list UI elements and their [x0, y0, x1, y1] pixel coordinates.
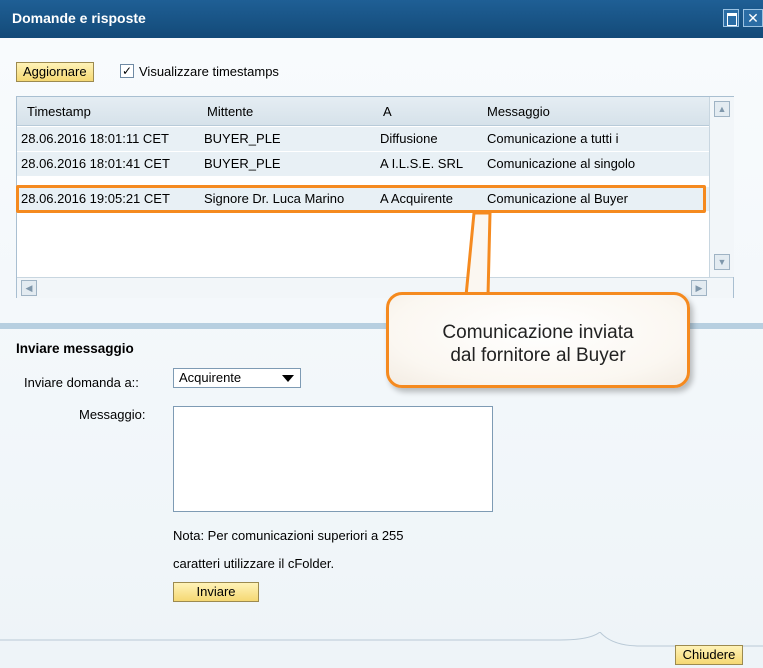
send-button[interactable]: Inviare	[173, 582, 259, 602]
note-line-2: caratteri utilizzare il cFolder.	[173, 556, 335, 571]
recipient-label: Inviare domanda a::	[24, 375, 139, 390]
close-button[interactable]: Chiudere	[675, 645, 743, 665]
footer-decoration	[0, 632, 763, 647]
message-textarea[interactable]	[173, 406, 493, 512]
message-label: Messaggio:	[79, 407, 146, 422]
note-line-1: Nota: Per comunicazioni superiori a 255	[173, 528, 404, 543]
recipient-select[interactable]: Acquirente	[173, 368, 301, 388]
callout-line-1: Comunicazione inviata	[442, 322, 634, 343]
send-section-title: Inviare messaggio	[16, 341, 134, 356]
annotation-callout: Comunicazione inviata dal fornitore al B…	[386, 292, 690, 388]
chevron-down-icon[interactable]	[282, 375, 294, 382]
recipient-value: Acquirente	[179, 370, 242, 385]
callout-line-2: dal fornitore al Buyer	[450, 345, 626, 366]
